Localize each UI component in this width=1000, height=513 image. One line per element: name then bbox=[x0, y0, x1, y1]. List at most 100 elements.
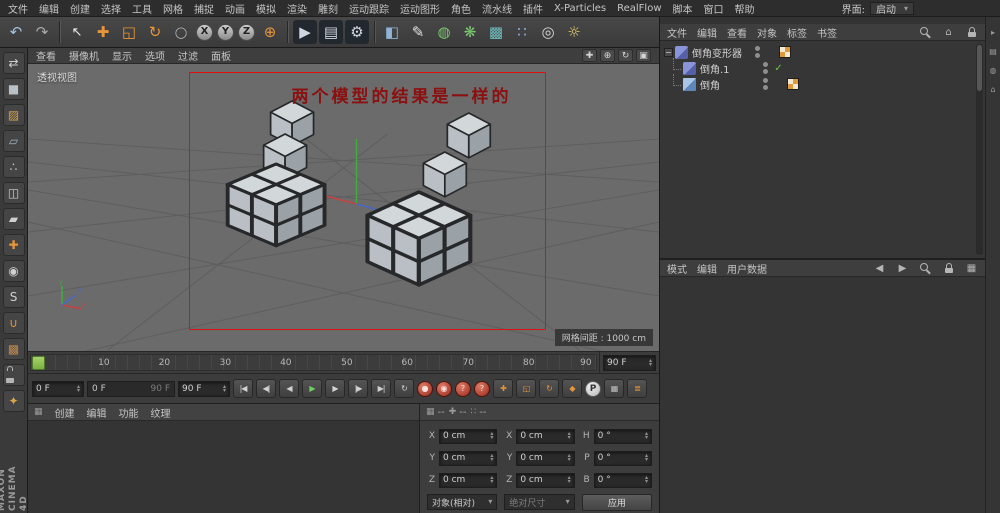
rotate-tool-icon[interactable]: ↻ bbox=[143, 20, 167, 44]
stepper-arrows-icon[interactable] bbox=[77, 385, 80, 393]
texture-tag-icon[interactable] bbox=[787, 78, 799, 90]
interface-layout-select[interactable]: 启动 bbox=[870, 2, 914, 15]
coord-panel-icon[interactable]: ▦ -- bbox=[426, 407, 445, 418]
material-list[interactable] bbox=[28, 421, 419, 513]
timeline-ruler[interactable]: 102030405060708090 bbox=[30, 354, 597, 371]
rotate-view-icon[interactable]: ↻ bbox=[618, 49, 633, 62]
menu-item[interactable]: 窗口 bbox=[704, 1, 724, 16]
axis-lock-x-button[interactable]: X bbox=[196, 24, 213, 41]
viewport-menu-item[interactable]: 摄像机 bbox=[69, 48, 99, 63]
stepper-arrows-icon[interactable] bbox=[645, 432, 648, 440]
prev-frame-button[interactable]: ◀ bbox=[279, 379, 299, 398]
live-selection-icon[interactable]: ↖ bbox=[65, 20, 89, 44]
timeline-playhead[interactable] bbox=[32, 356, 45, 370]
goto-end-button[interactable]: ▶| bbox=[371, 379, 391, 398]
object-manager-menu-item[interactable]: 文件 bbox=[667, 25, 687, 40]
coordinate-system-icon[interactable]: ⊕ bbox=[258, 20, 282, 44]
texture-tile-icon[interactable]: ▩ bbox=[3, 338, 25, 360]
stepper-arrows-icon[interactable] bbox=[645, 454, 648, 462]
scrollbar[interactable] bbox=[976, 44, 983, 255]
hud-icon[interactable]: ≣ bbox=[627, 379, 647, 398]
object-manager-menu-item[interactable]: 标签 bbox=[787, 25, 807, 40]
texture-mode-icon[interactable]: ▨ bbox=[3, 104, 25, 126]
size-field[interactable]: 0 cm bbox=[516, 429, 574, 444]
collapse-toggle-icon[interactable]: − bbox=[664, 48, 673, 57]
menu-item[interactable]: 运动跟踪 bbox=[349, 1, 389, 16]
content-browser-tab-icon[interactable]: ▤ bbox=[988, 46, 999, 57]
menu-item[interactable]: 模拟 bbox=[256, 1, 276, 16]
end-frame-field[interactable]: 90 F bbox=[178, 381, 230, 397]
lock-icon[interactable] bbox=[942, 262, 955, 275]
object-manager-menu-item[interactable]: 书签 bbox=[817, 25, 837, 40]
stepper-arrows-icon[interactable] bbox=[490, 432, 493, 440]
zoom-view-icon[interactable]: ⊕ bbox=[600, 49, 615, 62]
object-row[interactable]: 倒角.1 ✓ bbox=[660, 60, 985, 76]
object-row[interactable]: 倒角 bbox=[660, 76, 985, 92]
record-keyframe-button[interactable]: ● bbox=[417, 381, 433, 397]
next-key-button[interactable]: |▶ bbox=[348, 379, 368, 398]
axis-lock-y-button[interactable]: Y bbox=[217, 24, 234, 41]
object-label[interactable]: 倒角 bbox=[700, 77, 758, 92]
view-label[interactable]: 透视视图 bbox=[37, 69, 77, 84]
size-field[interactable]: 0 cm bbox=[516, 451, 574, 466]
object-row[interactable]: − 倒角变形器 bbox=[660, 44, 985, 60]
menu-item[interactable]: 角色 bbox=[451, 1, 471, 16]
object-label[interactable]: 倒角变形器 bbox=[692, 45, 750, 60]
viewport-menu-item[interactable]: 显示 bbox=[112, 48, 132, 63]
keyframe-selection-icon[interactable]: ▦ bbox=[604, 379, 624, 398]
position-field[interactable]: 0 cm bbox=[439, 473, 497, 488]
size-field[interactable]: 0 cm bbox=[516, 473, 574, 488]
enable-state[interactable]: ✓ bbox=[772, 63, 785, 74]
undo-icon[interactable]: ↶ bbox=[4, 20, 28, 44]
coord-position-icon[interactable]: ✚ -- bbox=[449, 407, 467, 418]
material-menu-item[interactable]: 编辑 bbox=[87, 405, 107, 420]
record-position-toggle[interactable]: ✚ bbox=[493, 379, 513, 398]
toggle-view-icon[interactable]: ▣ bbox=[636, 49, 651, 62]
forward-icon[interactable]: ▶ bbox=[896, 262, 909, 275]
back-icon[interactable]: ◀ bbox=[873, 262, 886, 275]
position-field[interactable]: 0 cm bbox=[439, 451, 497, 466]
menu-item[interactable]: RealFlow bbox=[617, 3, 661, 14]
render-view-icon[interactable]: ▶ bbox=[293, 20, 317, 44]
subdivision-surface-icon[interactable]: ◍ bbox=[432, 20, 456, 44]
menu-item[interactable]: 网格 bbox=[163, 1, 183, 16]
polygon-mode-icon[interactable]: ▰ bbox=[3, 208, 25, 230]
camera-icon[interactable]: ◎ bbox=[536, 20, 560, 44]
keyframe-options-button[interactable]: ? bbox=[474, 381, 490, 397]
workplane-mode-icon[interactable]: ▱ bbox=[3, 130, 25, 152]
object-manager-menu-item[interactable]: 查看 bbox=[727, 25, 747, 40]
primitive-cube-icon[interactable]: ◧ bbox=[380, 20, 404, 44]
visibility-dots[interactable] bbox=[760, 62, 770, 74]
viewport-canvas[interactable]: 透视视图 两个模型的结果是一样的 网格间距 : 1000 cm Y X bbox=[28, 64, 659, 351]
current-frame-field[interactable]: 0 F bbox=[32, 381, 84, 397]
timeline-end-spinner[interactable]: 90 F bbox=[603, 355, 656, 371]
axis-mode-icon[interactable]: ✚ bbox=[3, 234, 25, 256]
mograph-icon[interactable]: ❋ bbox=[458, 20, 482, 44]
lock-icon[interactable] bbox=[3, 364, 25, 386]
array-icon[interactable]: ∷ bbox=[510, 20, 534, 44]
pan-view-icon[interactable]: ✚ bbox=[582, 49, 597, 62]
panel-menu-icon[interactable]: ▦ bbox=[34, 407, 43, 417]
menu-item[interactable]: 动画 bbox=[225, 1, 245, 16]
viewport-menu-item[interactable]: 选项 bbox=[145, 48, 165, 63]
object-label[interactable]: 倒角.1 bbox=[700, 61, 758, 76]
redo-icon[interactable]: ↷ bbox=[30, 20, 54, 44]
menu-item[interactable]: 雕刻 bbox=[318, 1, 338, 16]
visibility-dots[interactable] bbox=[752, 46, 762, 58]
menu-item[interactable]: X-Particles bbox=[554, 3, 606, 14]
texture-tag-icon[interactable] bbox=[779, 46, 791, 58]
search-icon[interactable] bbox=[919, 26, 932, 39]
menu-item[interactable]: 插件 bbox=[523, 1, 543, 16]
record-rotation-toggle[interactable]: ↻ bbox=[539, 379, 559, 398]
viewport-menu-item[interactable]: 面板 bbox=[211, 48, 231, 63]
record-parameter-toggle[interactable]: ◆ bbox=[562, 379, 582, 398]
scale-tool-icon[interactable]: ◱ bbox=[117, 20, 141, 44]
key-icon[interactable]: ✦ bbox=[3, 390, 25, 412]
snap-toggle-icon[interactable]: S bbox=[3, 286, 25, 308]
lock-icon[interactable] bbox=[965, 26, 978, 39]
goto-start-button[interactable]: |◀ bbox=[233, 379, 253, 398]
model-mode-icon[interactable]: ■ bbox=[3, 78, 25, 100]
edge-mode-icon[interactable]: ◫ bbox=[3, 182, 25, 204]
attribute-menu-item[interactable]: 用户数据 bbox=[727, 261, 767, 276]
play-button[interactable]: ▶ bbox=[302, 379, 322, 398]
